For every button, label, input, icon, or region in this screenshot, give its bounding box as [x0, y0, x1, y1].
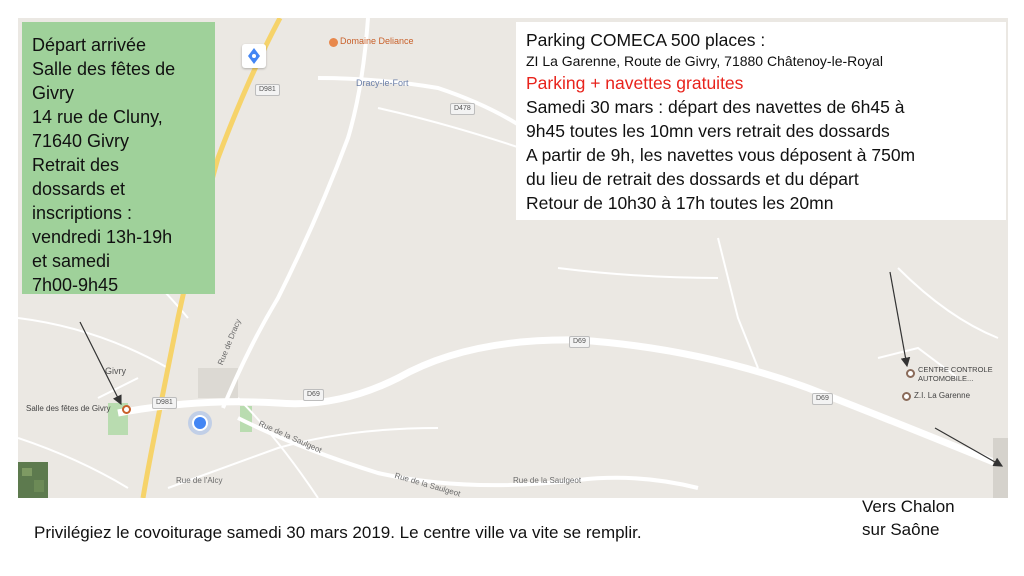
annotation-arrows	[79, 271, 1004, 467]
carpool-note: Privilégiez le covoiturage samedi 30 mar…	[34, 523, 642, 542]
direction-line: sur Saône	[862, 520, 940, 539]
arrow-to-parking	[889, 271, 911, 368]
arrow-to-chalon	[934, 427, 1004, 467]
arrow-to-salle	[79, 321, 122, 406]
direction-line: Vers Chalon	[862, 497, 955, 516]
direction-label: Vers Chalon sur Saône	[862, 495, 955, 541]
